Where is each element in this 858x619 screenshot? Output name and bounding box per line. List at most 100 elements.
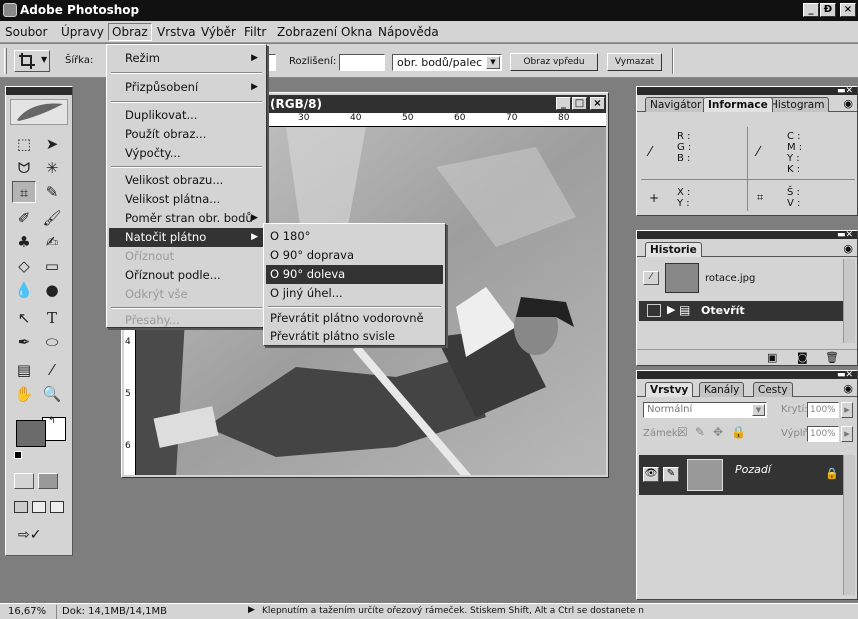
maximize-button[interactable]: Ɖ bbox=[820, 3, 836, 17]
lock-brush-icon[interactable]: ✎ bbox=[695, 425, 705, 439]
new-snapshot-icon[interactable]: ◙ bbox=[797, 351, 808, 364]
default-colors-icon[interactable] bbox=[14, 451, 22, 459]
screen-mode-full-icon[interactable] bbox=[50, 501, 64, 513]
brush-tool-icon[interactable]: 🖌 bbox=[40, 207, 64, 229]
tab-paths[interactable]: Cesty bbox=[753, 382, 793, 397]
menu-vrstva[interactable]: Vrstva bbox=[157, 25, 196, 39]
marquee-tool-icon[interactable]: ⬚ bbox=[12, 133, 36, 155]
lock-all-icon[interactable]: 🔒 bbox=[731, 425, 746, 439]
quick-mask-button[interactable] bbox=[38, 473, 58, 489]
jump-to-imageready-icon[interactable]: ⇨✓ bbox=[18, 527, 58, 545]
tool-preset-picker[interactable]: ▼ bbox=[14, 50, 50, 72]
tab-navigator[interactable]: Navigátor bbox=[645, 97, 707, 112]
palette-menu-icon[interactable]: ◉ bbox=[843, 382, 853, 395]
standard-mode-button[interactable] bbox=[14, 473, 34, 489]
move-tool-icon[interactable]: ➤ bbox=[40, 133, 64, 155]
foreground-color-swatch[interactable] bbox=[16, 420, 46, 447]
slice-tool-icon[interactable]: ✎ bbox=[40, 181, 64, 203]
history-scrollbar[interactable] bbox=[843, 259, 855, 343]
magic-wand-tool-icon[interactable]: ✳ bbox=[40, 157, 64, 179]
menu-item-prizpusobeni[interactable]: Přizpůsobení ▶ bbox=[109, 78, 264, 97]
menu-napoveda[interactable]: Nápověda bbox=[378, 25, 439, 39]
resolution-unit-select[interactable]: obr. bodů/palec ▼ bbox=[392, 54, 502, 71]
menu-item-flip-horizontal[interactable]: Převrátit plátno vodorovně bbox=[266, 309, 443, 328]
clear-button[interactable]: Vymazat bbox=[607, 53, 662, 71]
gradient-tool-icon[interactable]: ▭ bbox=[40, 255, 64, 277]
menu-item-rotate-180[interactable]: O 180° bbox=[266, 227, 443, 246]
opacity-field[interactable]: 100% bbox=[807, 402, 839, 418]
menu-item-flip-vertical[interactable]: Převrátit plátno svisle bbox=[266, 327, 443, 346]
tab-histogram[interactable]: Histogram bbox=[765, 97, 830, 112]
hand-tool-icon[interactable]: ✋ bbox=[12, 383, 36, 405]
menu-item-vypocty[interactable]: Výpočty... bbox=[109, 144, 264, 163]
lasso-tool-icon[interactable]: ᗢ bbox=[12, 157, 36, 179]
blend-mode-select[interactable]: Normální ▼ bbox=[643, 402, 767, 418]
tab-channels[interactable]: Kanály bbox=[699, 382, 745, 397]
dodge-tool-icon[interactable]: ● bbox=[40, 279, 64, 301]
doc-maximize-button[interactable]: □ bbox=[572, 97, 587, 110]
menu-item-velikost-platna[interactable]: Velikost plátna... bbox=[109, 190, 264, 209]
menu-item-velikost-obrazu[interactable]: Velikost obrazu... bbox=[109, 171, 264, 190]
fill-slider-arrow-icon[interactable]: ▶ bbox=[841, 426, 853, 442]
clone-stamp-icon[interactable]: ♣ bbox=[12, 231, 36, 253]
front-image-button[interactable]: Obraz vpředu bbox=[510, 53, 598, 71]
palette-titlebar[interactable] bbox=[637, 87, 857, 95]
menu-upravy[interactable]: Úpravy bbox=[61, 25, 104, 39]
lock-move-icon[interactable]: ✥ bbox=[713, 425, 723, 439]
layers-scrollbar[interactable] bbox=[843, 455, 855, 595]
screen-mode-full-menu-icon[interactable] bbox=[32, 501, 46, 513]
menu-zobrazeni[interactable]: Zobrazení bbox=[277, 25, 337, 39]
pen-tool-icon[interactable]: ✒ bbox=[12, 331, 36, 353]
eyedropper-tool-icon[interactable]: ⁄ bbox=[40, 359, 64, 381]
history-source-box[interactable] bbox=[647, 304, 661, 317]
menu-item-pomer-stran[interactable]: Poměr stran obr. bodů ▶ bbox=[109, 209, 264, 228]
new-document-icon[interactable]: ▣ bbox=[767, 351, 777, 364]
type-tool-icon[interactable]: T bbox=[40, 307, 64, 329]
palette-menu-icon[interactable]: ◉ bbox=[843, 242, 853, 255]
menu-item-pouzit-obraz[interactable]: Použít obraz... bbox=[109, 125, 264, 144]
trash-icon[interactable]: 🗑 bbox=[825, 351, 839, 364]
swap-colors-icon[interactable]: ↰ bbox=[48, 416, 56, 426]
palette-titlebar[interactable] bbox=[637, 231, 857, 239]
history-brush-icon[interactable]: ✍ bbox=[40, 231, 64, 253]
menu-item-rotate-arbitrary[interactable]: O jiný úhel... bbox=[266, 284, 443, 303]
history-brush-source-icon[interactable]: ⁄ bbox=[643, 271, 659, 285]
chevron-down-icon[interactable]: ▼ bbox=[752, 404, 765, 416]
menu-item-rezim[interactable]: Režim ▶ bbox=[109, 49, 264, 68]
eye-visibility-icon[interactable]: 👁 bbox=[643, 467, 659, 482]
menu-item-duplikovat[interactable]: Duplikovat... bbox=[109, 106, 264, 125]
menu-item-oriznout-podle[interactable]: Oříznout podle... bbox=[109, 266, 264, 285]
healing-brush-icon[interactable]: ✐ bbox=[12, 207, 36, 229]
doc-minimize-button[interactable]: _ bbox=[556, 97, 571, 110]
palette-minimize-close-icon[interactable]: ▬✕ bbox=[837, 86, 853, 96]
palette-minimize-close-icon[interactable]: ▬✕ bbox=[837, 230, 853, 240]
history-state-row[interactable]: ▶ ▤ Otevřít bbox=[639, 301, 843, 321]
zoom-tool-icon[interactable]: 🔍 bbox=[40, 383, 64, 405]
menu-item-natocit-platno[interactable]: Natočit plátno ▶ bbox=[109, 228, 264, 247]
menu-item-rotate-90-cw[interactable]: O 90° doprava bbox=[266, 246, 443, 265]
toolbox-titlebar[interactable] bbox=[6, 87, 72, 95]
close-button[interactable]: × bbox=[840, 3, 856, 17]
menu-vyber[interactable]: Výběr bbox=[201, 25, 236, 39]
doc-close-button[interactable]: × bbox=[590, 97, 605, 110]
tab-info[interactable]: Informace bbox=[703, 97, 773, 112]
eraser-tool-icon[interactable]: ◇ bbox=[12, 255, 36, 277]
zoom-level[interactable]: 16,67% bbox=[8, 606, 46, 617]
tab-layers[interactable]: Vrstvy bbox=[645, 382, 694, 397]
minimize-button[interactable]: _ bbox=[803, 3, 819, 17]
shape-tool-icon[interactable]: ⬭ bbox=[40, 331, 64, 353]
menu-okna[interactable]: Okna bbox=[341, 25, 372, 39]
layer-row-background[interactable]: 👁 ✎ Pozadí 🔒 bbox=[639, 455, 843, 495]
status-menu-arrow-icon[interactable]: ▶ bbox=[248, 605, 255, 615]
palette-minimize-close-icon[interactable]: ▬✕ bbox=[837, 370, 853, 380]
tab-history[interactable]: Historie bbox=[645, 242, 702, 257]
chevron-down-icon[interactable]: ▼ bbox=[486, 56, 500, 69]
menu-soubor[interactable]: Soubor bbox=[5, 25, 47, 39]
menu-obraz[interactable]: Obraz bbox=[108, 23, 152, 41]
blur-tool-icon[interactable]: 💧 bbox=[12, 279, 36, 301]
menu-item-rotate-90-ccw[interactable]: O 90° doleva bbox=[266, 265, 443, 284]
menu-filtr[interactable]: Filtr bbox=[244, 25, 266, 39]
fill-field[interactable]: 100% bbox=[807, 426, 839, 442]
opacity-slider-arrow-icon[interactable]: ▶ bbox=[841, 402, 853, 418]
palette-titlebar[interactable] bbox=[637, 371, 857, 379]
